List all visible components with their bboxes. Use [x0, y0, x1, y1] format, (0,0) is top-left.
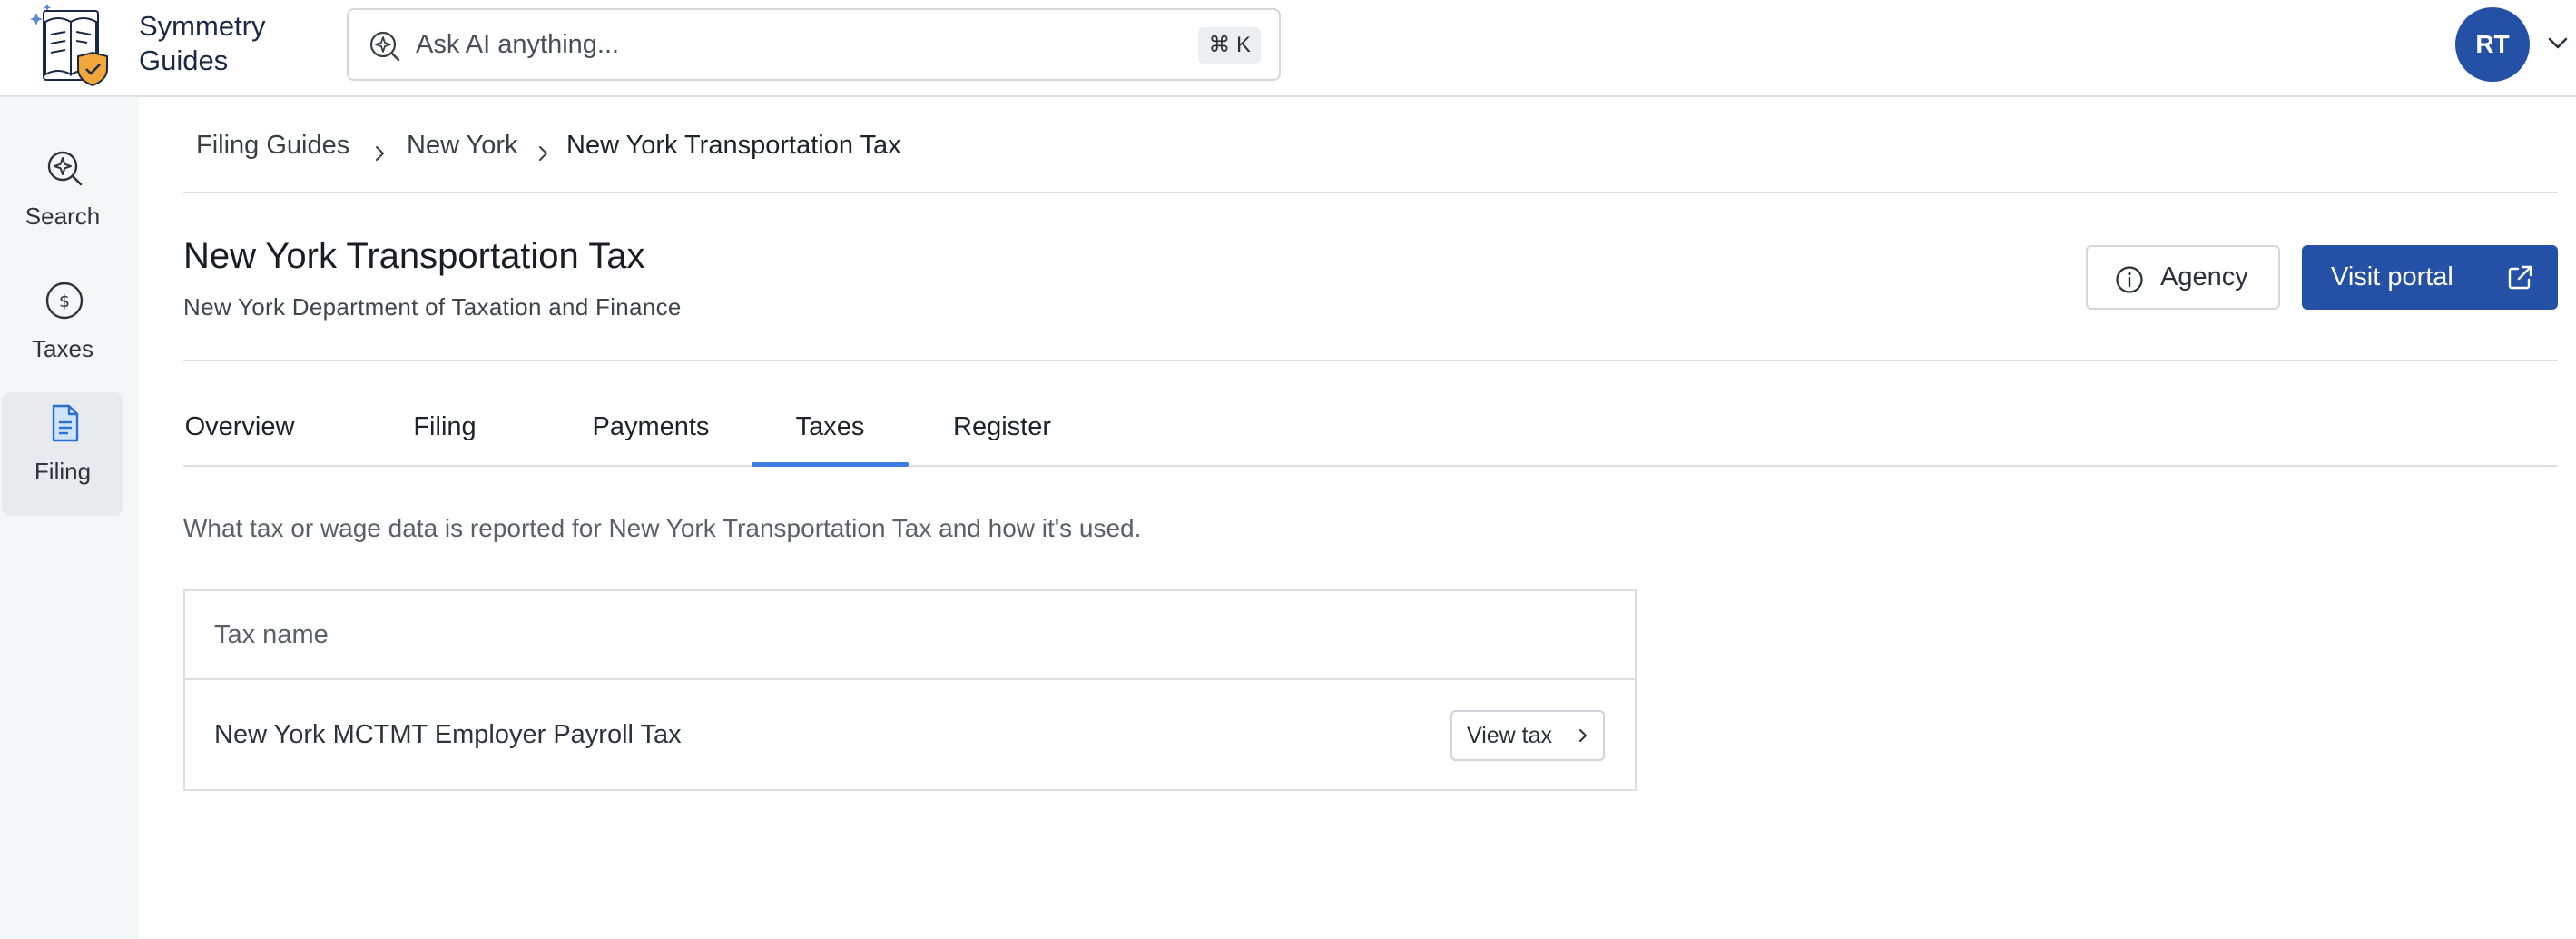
taxes-table: Tax name New York MCTMT Employer Payroll… [183, 589, 1637, 791]
agency-button-label: Agency [2160, 262, 2248, 292]
table-row: New York MCTMT Employer Payroll Tax View… [185, 680, 1635, 789]
svg-text:$: $ [59, 292, 70, 311]
user-avatar[interactable]: RT [2455, 7, 2530, 82]
search-sparkle-icon [44, 148, 84, 188]
dollar-circle-icon: $ [44, 281, 84, 321]
sidebar-item-label: Filing [34, 458, 92, 485]
agency-button[interactable]: Agency [2086, 245, 2280, 310]
column-header-tax-name: Tax name [214, 620, 329, 649]
chevron-right-icon [370, 136, 388, 161]
chevron-down-icon[interactable] [2545, 33, 2571, 53]
ai-sparkle-search-icon [367, 28, 403, 64]
chevron-right-icon [534, 136, 552, 161]
info-icon [2115, 265, 2144, 294]
tax-name-cell: New York MCTMT Employer Payroll Tax [214, 720, 682, 749]
external-link-icon [2505, 263, 2534, 292]
visit-portal-label: Visit portal [2331, 262, 2453, 292]
tab-description: What tax or wage data is reported for Ne… [183, 514, 1142, 542]
brand-name[interactable]: Symmetry Guides [139, 9, 266, 78]
tab-bar: Overview Filing Payments Taxes Register [183, 392, 2558, 467]
view-tax-label: View tax [1467, 723, 1553, 748]
tab-taxes[interactable]: Taxes [752, 392, 909, 467]
tab-overview[interactable]: Overview [183, 392, 296, 465]
ask-ai-search[interactable]: Ask AI anything... ⌘ K [347, 8, 1281, 81]
sidebar: Search $ Taxes Filing [0, 97, 139, 939]
sidebar-item-label: Taxes [32, 335, 93, 362]
sidebar-item-label: Search [25, 203, 101, 230]
brand-line2: Guides [139, 44, 229, 76]
divider [183, 360, 2558, 361]
top-bar: Symmetry Guides Ask AI anything... ⌘ K R… [0, 0, 2576, 97]
breadcrumb-current: New York Transportation Tax [566, 131, 901, 160]
view-tax-button[interactable]: View tax [1450, 710, 1605, 761]
brand-line1: Symmetry [139, 10, 266, 42]
tab-payments[interactable]: Payments [570, 392, 732, 465]
chevron-right-icon [1576, 728, 1590, 743]
document-icon [44, 403, 84, 443]
page-subtitle: New York Department of Taxation and Fina… [183, 293, 682, 321]
tab-register[interactable]: Register [931, 392, 1073, 465]
logo-icon[interactable] [27, 2, 120, 89]
breadcrumb-filing-guides[interactable]: Filing Guides [196, 127, 349, 163]
search-input[interactable]: Ask AI anything... [416, 10, 619, 79]
page-title: New York Transportation Tax [183, 236, 645, 276]
sidebar-item-taxes[interactable]: $ Taxes [2, 270, 123, 393]
visit-portal-button[interactable]: Visit portal [2302, 245, 2558, 310]
sidebar-item-filing[interactable]: Filing [2, 392, 123, 516]
keyboard-shortcut-badge: ⌘ K [1198, 27, 1261, 64]
sidebar-item-search[interactable]: Search [2, 137, 123, 261]
divider [183, 192, 2558, 193]
tab-filing[interactable]: Filing [387, 392, 503, 465]
breadcrumb-new-york[interactable]: New York [407, 127, 518, 163]
table-header: Tax name [185, 591, 1635, 680]
